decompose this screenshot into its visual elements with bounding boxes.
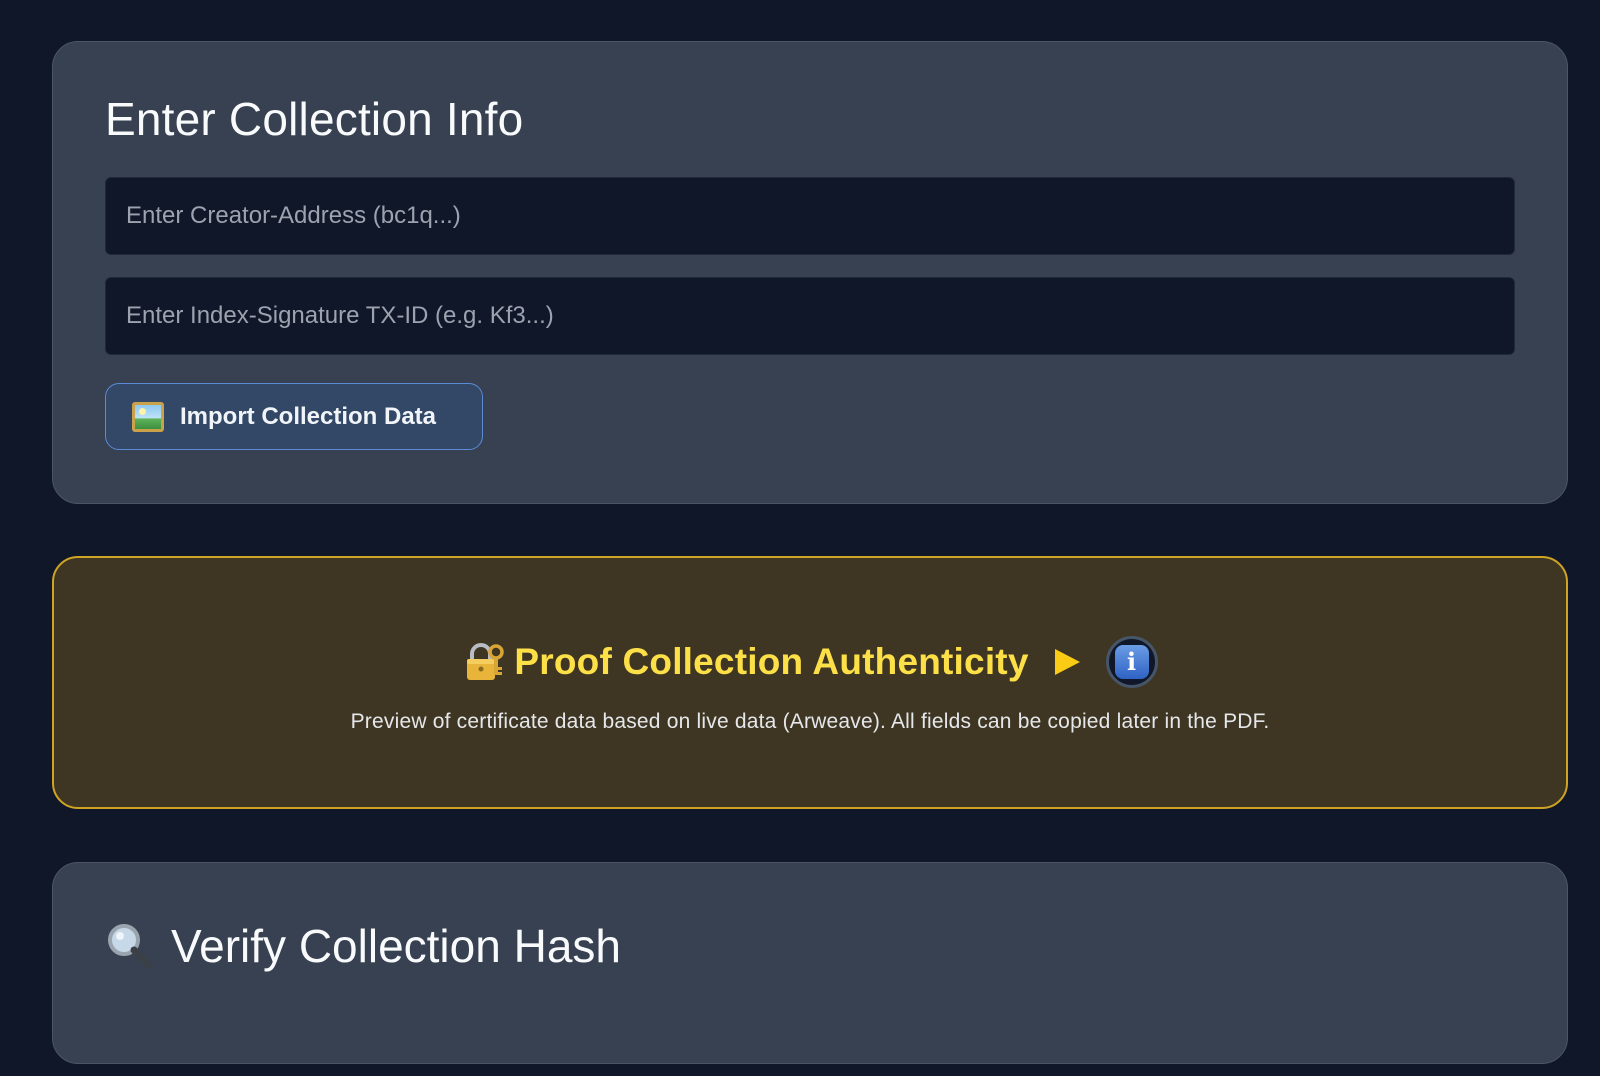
import-button-label: Import Collection Data [180, 402, 437, 430]
lock-with-key-icon [467, 643, 505, 680]
creator-address-input[interactable] [105, 177, 1515, 255]
play-triangle-icon[interactable] [1054, 649, 1080, 675]
page: Enter Collection Info Import Collection … [0, 0, 1600, 1076]
proof-authenticity-card[interactable]: Proof Collection Authenticity i Preview … [52, 556, 1568, 809]
import-collection-data-button[interactable]: Import Collection Data [105, 383, 483, 450]
verify-heading: Verify Collection Hash [105, 918, 1515, 974]
proof-heading[interactable]: Proof Collection Authenticity i [54, 635, 1566, 689]
framed-picture-icon [132, 401, 164, 432]
verify-title: Verify Collection Hash [171, 920, 621, 972]
collection-info-title: Enter Collection Info [105, 93, 524, 145]
verify-hash-card: Verify Collection Hash [52, 862, 1568, 1064]
magnifier-icon [108, 924, 153, 969]
index-signature-input[interactable] [105, 277, 1515, 355]
info-icon: i [1114, 645, 1149, 679]
proof-subtitle: Preview of certificate data based on liv… [350, 710, 1270, 733]
collection-info-card: Enter Collection Info Import Collection … [52, 41, 1568, 504]
info-button[interactable]: i [1105, 636, 1158, 688]
proof-title: Proof Collection Authenticity [514, 641, 1029, 682]
